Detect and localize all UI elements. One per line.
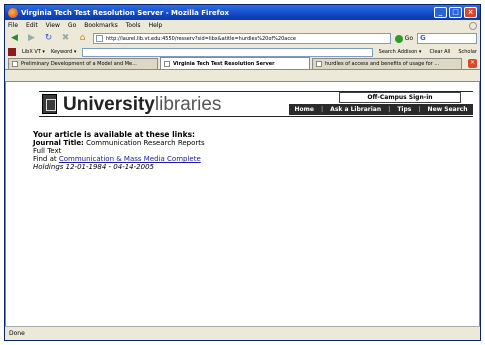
logo-bold-text: University bbox=[63, 94, 155, 115]
book-logo-icon bbox=[42, 94, 57, 114]
back-arrow-icon[interactable]: ◀ bbox=[8, 33, 21, 44]
full-text-label: Full Text bbox=[33, 147, 62, 155]
keyword-menu[interactable]: Keyword ▾ bbox=[51, 49, 76, 55]
reload-icon[interactable]: ↻ bbox=[42, 33, 55, 44]
page-content: Universitylibraries Off-Campus Sign-in H… bbox=[5, 81, 480, 328]
find-at-prefix: Find at bbox=[33, 155, 57, 163]
database-link[interactable]: Communication & Mass Media Complete bbox=[59, 155, 201, 163]
go-label: Go bbox=[404, 35, 413, 42]
close-tab-icon[interactable]: × bbox=[468, 59, 477, 68]
go-arrow-icon bbox=[394, 34, 403, 43]
stop-icon[interactable]: ✖ bbox=[59, 33, 72, 44]
nav-separator: | bbox=[320, 106, 324, 113]
nav-separator: | bbox=[388, 106, 391, 113]
title-bar: Virginia Tech Test Resolution Server - M… bbox=[5, 5, 480, 20]
firefox-icon bbox=[8, 7, 18, 18]
library-nav: Home | Ask a Librarian | Tips | New Sear… bbox=[289, 104, 473, 115]
menu-view[interactable]: View bbox=[46, 22, 60, 29]
journal-title-label: Journal Title: bbox=[33, 139, 84, 147]
availability-heading: Your article is available at these links… bbox=[33, 130, 196, 139]
vt-logo-icon bbox=[8, 48, 16, 56]
page-icon bbox=[96, 35, 103, 42]
nav-ask-a-librarian[interactable]: Ask a Librarian bbox=[330, 106, 381, 113]
menu-go[interactable]: Go bbox=[68, 22, 76, 29]
navigation-toolbar: ◀ ▶ ↻ ✖ ⌂ http://laurel.lib.vt.edu:4550/… bbox=[5, 31, 480, 46]
tab-label: hurdles of access and benefits of usage … bbox=[325, 61, 440, 67]
go-button[interactable]: Go bbox=[394, 34, 413, 43]
keyword-input[interactable] bbox=[82, 47, 373, 57]
tab-label: Preliminary Development of a Model and M… bbox=[21, 61, 137, 67]
forward-arrow-icon[interactable]: ▶ bbox=[25, 33, 38, 44]
journal-line: Journal Title: Communication Research Re… bbox=[33, 139, 205, 147]
search-input[interactable]: G bbox=[417, 33, 477, 44]
url-bar[interactable]: http://laurel.lib.vt.edu:4550/resserv?si… bbox=[93, 33, 391, 44]
tab-vt-resolution-server[interactable]: Virginia Tech Test Resolution Server bbox=[160, 57, 310, 69]
window-title: Virginia Tech Test Resolution Server - M… bbox=[21, 8, 230, 17]
menu-bar: File Edit View Go Bookmarks Tools Help bbox=[5, 20, 480, 31]
holdings-line: Holdings 12-01-1984 - 04-14-2005 bbox=[33, 163, 205, 171]
clear-all-button[interactable]: Clear All bbox=[429, 49, 450, 55]
tab-bar: Preliminary Development of a Model and M… bbox=[5, 57, 480, 70]
scholar-button[interactable]: Scholar bbox=[458, 49, 477, 55]
university-libraries-logo[interactable]: Universitylibraries bbox=[63, 94, 221, 116]
libx-vt-menu[interactable]: LibX VT ▾ bbox=[22, 49, 45, 55]
page-icon bbox=[164, 60, 170, 67]
search-addison-button[interactable]: Search Addison ▾ bbox=[379, 49, 422, 55]
menu-edit[interactable]: Edit bbox=[26, 22, 38, 29]
nav-home[interactable]: Home bbox=[295, 106, 314, 113]
find-at-line: Find at Communication & Mass Media Compl… bbox=[33, 155, 205, 163]
throbber-icon bbox=[469, 21, 477, 30]
off-campus-sign-in-button[interactable]: Off-Campus Sign-in bbox=[339, 92, 461, 103]
tab-label: Virginia Tech Test Resolution Server bbox=[173, 60, 275, 67]
holdings-range: 12-01-1984 - 04-14-2005 bbox=[65, 163, 154, 171]
maximize-button[interactable]: □ bbox=[449, 7, 462, 18]
tab-preliminary-development[interactable]: Preliminary Development of a Model and M… bbox=[8, 58, 158, 69]
url-text[interactable]: http://laurel.lib.vt.edu:4550/resserv?si… bbox=[106, 36, 388, 42]
page-icon bbox=[12, 61, 18, 67]
google-icon bbox=[316, 61, 322, 67]
holdings-label: Holdings bbox=[33, 163, 64, 171]
nav-new-search[interactable]: New Search bbox=[428, 106, 468, 113]
menu-tools[interactable]: Tools bbox=[126, 22, 141, 29]
minimize-button[interactable]: _ bbox=[434, 7, 447, 18]
nav-separator: | bbox=[418, 106, 421, 113]
nav-tips[interactable]: Tips bbox=[397, 106, 411, 113]
article-links: Your article is available at these links… bbox=[33, 130, 205, 172]
menu-help[interactable]: Help bbox=[149, 22, 163, 29]
browser-window: Virginia Tech Test Resolution Server - M… bbox=[4, 4, 481, 341]
tab-hurdles-of-access[interactable]: hurdles of access and benefits of usage … bbox=[312, 58, 462, 69]
journal-title: Communication Research Reports bbox=[86, 139, 205, 147]
logo-light-text: libraries bbox=[154, 94, 222, 115]
university-libraries-banner: Universitylibraries Off-Campus Sign-in H… bbox=[39, 91, 473, 117]
home-icon[interactable]: ⌂ bbox=[76, 33, 89, 44]
close-button[interactable]: × bbox=[464, 7, 477, 18]
menu-file[interactable]: File bbox=[8, 22, 18, 29]
menu-bookmarks[interactable]: Bookmarks bbox=[84, 22, 118, 29]
status-bar: Done bbox=[5, 326, 480, 340]
